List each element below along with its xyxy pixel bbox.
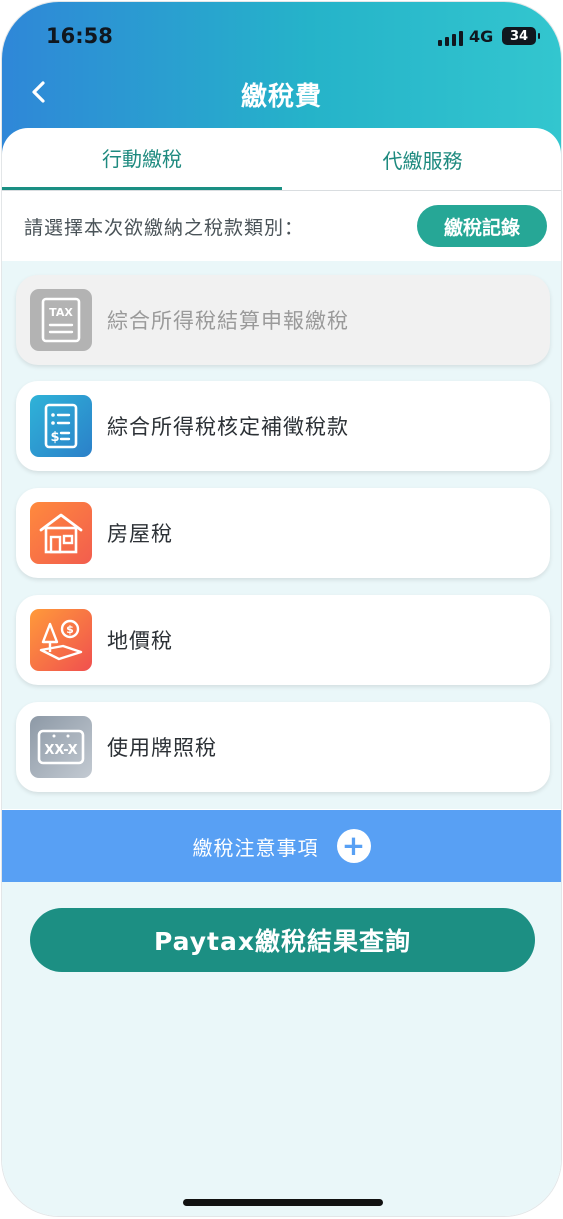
tax-notice-bar[interactable]: 繳稅注意事項 + bbox=[2, 810, 561, 882]
battery-level: 34 bbox=[509, 28, 529, 44]
svg-text:$: $ bbox=[66, 623, 74, 636]
tax-item-license-plate[interactable]: XX-X 使用牌照稅 bbox=[16, 702, 550, 792]
tax-item-income-filing[interactable]: TAX 綜合所得稅結算申報繳稅 bbox=[16, 275, 550, 365]
tab-agent-payment[interactable]: 代繳服務 bbox=[282, 128, 561, 190]
status-time: 16:58 bbox=[46, 24, 113, 48]
prompt-text: 請選擇本次欲繳納之稅款類別： bbox=[24, 217, 305, 239]
tax-records-button[interactable]: 繳稅記錄 bbox=[417, 205, 547, 247]
license-plate-icon: XX-X bbox=[30, 716, 92, 778]
content-card: 行動繳稅 代繳服務 請選擇本次欲繳納之稅款類別： 繳稅記錄 TAX 綜合所得稅結… bbox=[2, 128, 561, 1216]
tax-item-label: 綜合所得稅核定補徵稅款 bbox=[107, 415, 349, 439]
svg-text:XX-X: XX-X bbox=[44, 743, 77, 758]
prompt-row: 請選擇本次欲繳納之稅款類別： 繳稅記錄 bbox=[2, 191, 561, 261]
svg-text:TAX: TAX bbox=[49, 306, 73, 319]
notice-label: 繳稅注意事項 bbox=[192, 835, 319, 860]
tax-item-label: 地價稅 bbox=[107, 629, 173, 653]
tax-item-land-value[interactable]: $ 地價稅 bbox=[16, 595, 550, 685]
tax-document-icon: TAX bbox=[30, 289, 92, 351]
tax-item-house[interactable]: 房屋稅 bbox=[16, 488, 550, 578]
tax-type-list: TAX 綜合所得稅結算申報繳稅 $ 綜合所得稅核定補徵稅款 房屋稅 $ 地價稅 … bbox=[2, 261, 561, 809]
plus-icon[interactable]: + bbox=[336, 829, 371, 863]
tax-item-label: 房屋稅 bbox=[107, 522, 173, 546]
phone-screen: 16:58 4G 34 繳稅費 行動繳稅 代繳服務 請選擇本次欲繳納之稅款類別：… bbox=[1, 1, 562, 1217]
paytax-result-button[interactable]: Paytax繳稅結果查詢 bbox=[30, 908, 535, 972]
tab-bar: 行動繳稅 代繳服務 bbox=[2, 128, 561, 191]
network-type: 4G bbox=[469, 27, 494, 46]
svg-text:$: $ bbox=[50, 430, 59, 445]
signal-icon bbox=[438, 30, 463, 46]
battery-icon: 34 bbox=[502, 27, 540, 45]
tax-item-income-assessment[interactable]: $ 綜合所得稅核定補徵稅款 bbox=[16, 381, 550, 471]
tax-item-label: 綜合所得稅結算申報繳稅 bbox=[107, 309, 349, 333]
tax-bill-icon: $ bbox=[30, 395, 92, 457]
tab-mobile-tax[interactable]: 行動繳稅 bbox=[2, 128, 282, 190]
tax-item-label: 使用牌照稅 bbox=[107, 736, 217, 760]
page-title: 繳稅費 bbox=[240, 82, 322, 112]
bottom-area: Paytax繳稅結果查詢 bbox=[2, 882, 561, 1216]
home-indicator[interactable] bbox=[183, 1199, 383, 1206]
status-bar: 16:58 4G 34 bbox=[2, 22, 561, 54]
house-icon bbox=[30, 502, 92, 564]
land-value-icon: $ bbox=[30, 609, 92, 671]
